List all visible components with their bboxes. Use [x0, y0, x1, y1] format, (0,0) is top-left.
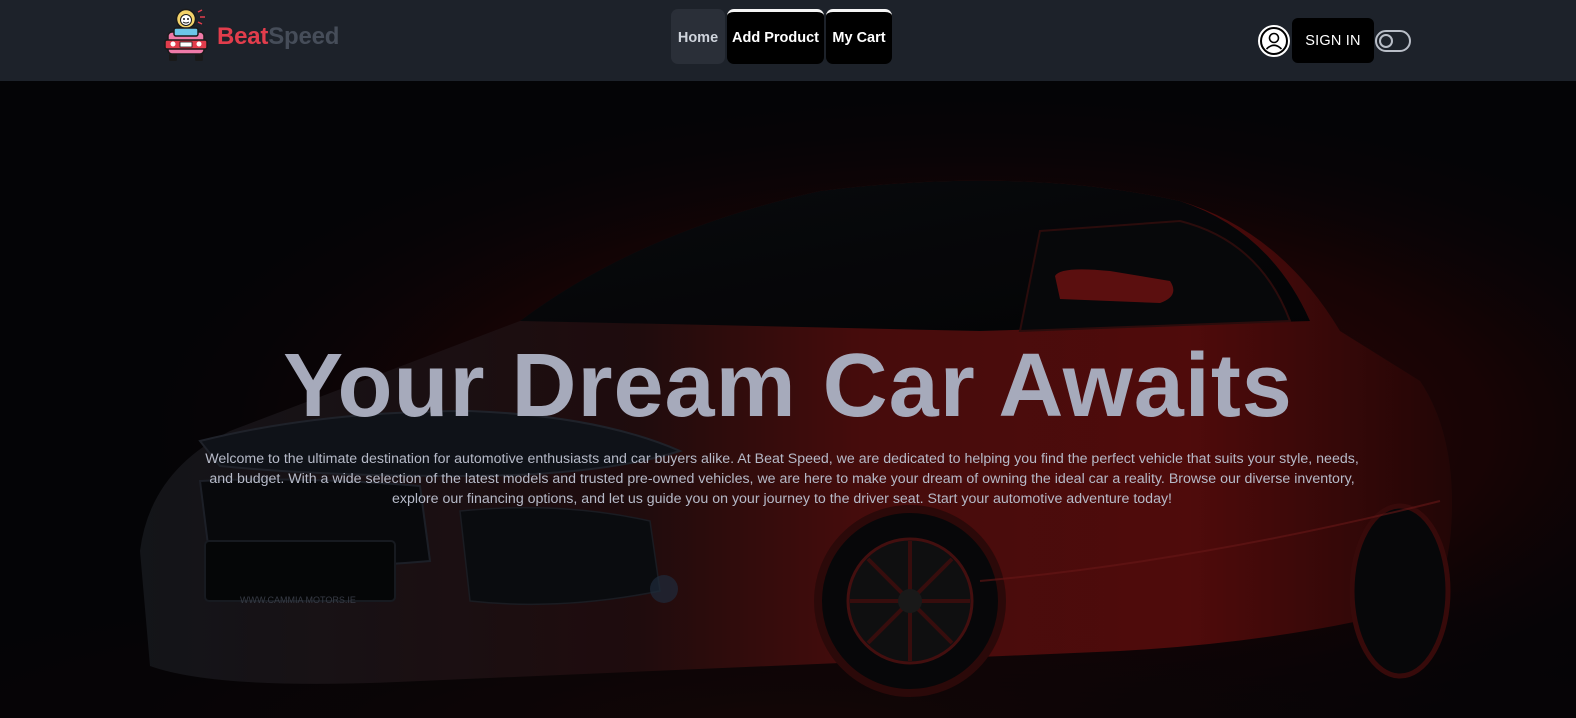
brand-logo-link[interactable]: BeatSpeed [164, 8, 339, 66]
brand-name-part2: Speed [268, 23, 340, 50]
tab-add-product[interactable]: Add Product [727, 9, 824, 64]
hero-title: Your Dream Car Awaits [283, 336, 1293, 436]
sign-in-button[interactable]: SIGN IN [1292, 18, 1374, 63]
hero-description: Welcome to the ultimate destination for … [205, 451, 1359, 507]
user-avatar-button[interactable] [1258, 25, 1290, 57]
theme-toggle-switch[interactable] [1375, 30, 1411, 52]
tab-my-cart[interactable]: My Cart [826, 9, 892, 64]
tab-home[interactable]: Home [671, 9, 725, 64]
toggle-knob-icon [1379, 34, 1393, 48]
user-avatar-icon [1262, 29, 1286, 53]
hero-section: WWW.CAMMIA MOTORS.IE Your Dream Car Awai… [0, 81, 1576, 718]
navbar: BeatSpeed Home Add Product My Cart SIGN … [0, 0, 1576, 81]
brand-name: BeatSpeed [217, 23, 339, 51]
brand-name-part1: Beat [217, 23, 269, 50]
car-mascot-logo-icon [164, 8, 208, 61]
main-nav-tabs: Home Add Product My Cart [671, 9, 892, 64]
